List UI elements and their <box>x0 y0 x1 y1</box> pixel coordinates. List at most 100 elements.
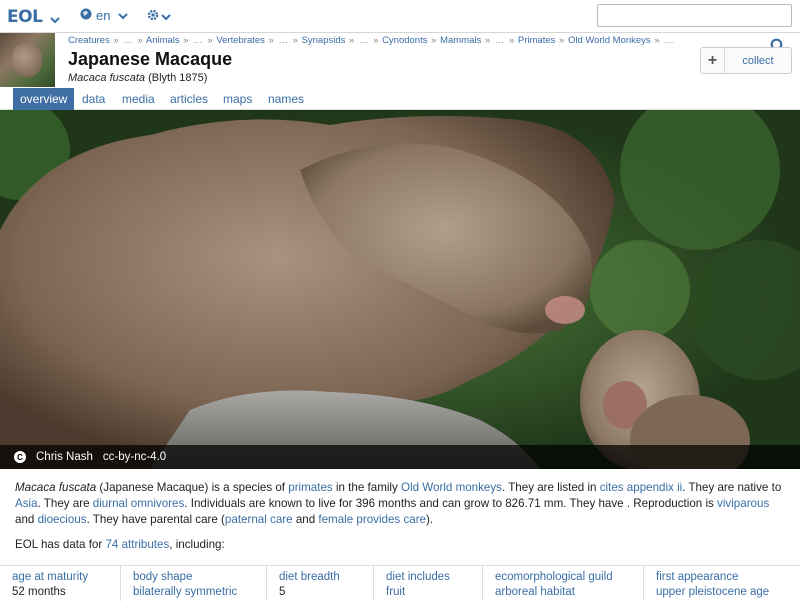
breadcrumb-separator: … <box>123 35 133 46</box>
link-asia[interactable]: Asia <box>15 497 38 510</box>
language-label: en <box>96 8 111 23</box>
attribute-cell: first appearance upper pleistocene age <box>643 566 800 601</box>
tab-media[interactable]: media <box>115 88 162 110</box>
link-old-world-monkeys[interactable]: Old World monkeys <box>401 481 502 494</box>
tab-bar: overview data media articles maps names <box>0 88 800 110</box>
attribute-cell: ecomorphological guild arboreal habitat <box>482 566 643 601</box>
breadcrumb-link[interactable]: Mammals <box>440 35 481 46</box>
scientific-name: Macaca fuscata (Blyth 1875) <box>68 72 207 84</box>
data-summary-prefix: EOL has data for <box>15 538 106 551</box>
breadcrumb-separator: » <box>292 35 298 46</box>
hero-image[interactable] <box>0 110 800 469</box>
page-title: Japanese Macaque <box>68 49 233 69</box>
breadcrumb-separator: » <box>431 35 437 46</box>
license-label: cc-by-nc-4.0 <box>102 451 167 463</box>
attribute-value[interactable]: fruit <box>386 586 482 598</box>
breadcrumb-link[interactable]: Animals <box>146 35 180 46</box>
breadcrumb-link[interactable]: Creatures <box>68 35 110 46</box>
breadcrumb-link[interactable]: Primates <box>518 35 555 46</box>
tab-names[interactable]: names <box>261 88 311 110</box>
summary-text: . They are <box>37 497 93 510</box>
macaque-photo <box>0 110 800 469</box>
breadcrumb-separator: » <box>183 35 189 46</box>
tab-overview[interactable]: overview <box>13 88 75 110</box>
breadcrumb-separator: » <box>349 35 355 46</box>
attribute-value: 52 months <box>12 586 66 598</box>
breadcrumb-separator: » <box>484 35 491 46</box>
breadcrumb-separator: » <box>137 35 143 46</box>
taxon-thumbnail[interactable] <box>0 33 55 87</box>
plus-icon: + <box>701 48 725 73</box>
breadcrumb-separator: » <box>268 35 274 46</box>
eol-logo[interactable]: EOL <box>7 7 43 27</box>
language-selector[interactable]: en <box>80 8 129 23</box>
data-summary-suffix: , including: <box>169 538 225 551</box>
breadcrumb-separator: » <box>373 35 379 46</box>
globe-icon <box>80 8 92 23</box>
breadcrumb-separator: … <box>358 35 369 46</box>
link-cites-appendix[interactable]: cites appendix ii <box>600 481 683 494</box>
summary-text: ). <box>426 513 434 526</box>
attribute-value[interactable]: upper pleistocene age <box>656 586 800 598</box>
attribute-name[interactable]: ecomorphological guild <box>495 571 643 583</box>
summary-text: (Japanese Macaque) is a species of <box>96 481 289 494</box>
breadcrumb-link[interactable]: Synapsids <box>302 35 346 46</box>
summary-sci-name: Macaca fuscata <box>15 481 97 494</box>
breadcrumb-separator: » <box>207 35 213 46</box>
breadcrumb-separator: » <box>508 35 515 46</box>
breadcrumb-separator: … <box>278 35 288 46</box>
breadcrumb: Creatures » … » Animals » … » Vertebrate… <box>68 35 675 46</box>
summary-text: . They are native to <box>682 481 782 494</box>
breadcrumb-link[interactable]: Vertebrates <box>216 35 265 46</box>
summary-text: and <box>292 513 319 526</box>
attribute-name[interactable]: first appearance <box>656 571 800 583</box>
tab-articles[interactable]: articles <box>163 88 215 110</box>
data-summary: EOL has data for 74 attributes, includin… <box>15 538 225 551</box>
attribute-name[interactable]: diet breadth <box>279 571 373 583</box>
attribute-value[interactable]: bilaterally symmetric <box>133 586 266 598</box>
tab-maps[interactable]: maps <box>216 88 259 110</box>
attribute-name[interactable]: age at maturity <box>12 571 120 583</box>
summary-text: . They have parental care ( <box>86 513 225 526</box>
species-summary: Macaca fuscata (Japanese Macaque) is a s… <box>15 480 790 528</box>
summary-text: and <box>15 513 38 526</box>
breadcrumb-separator: … <box>664 35 674 46</box>
top-bar: EOL en <box>0 0 800 33</box>
summary-text: . They are listed in <box>501 481 600 494</box>
tab-data[interactable]: data <box>75 88 112 110</box>
attribute-cell: diet includes fruit <box>373 566 482 601</box>
authority-text: (Blyth 1875) <box>148 72 208 84</box>
taxon-header: Creatures » … » Animals » … » Vertebrate… <box>0 33 800 88</box>
breadcrumb-separator: … <box>193 35 203 46</box>
attribute-value[interactable]: arboreal habitat <box>495 586 643 598</box>
copyright-icon: C <box>14 451 26 463</box>
link-dioecious[interactable]: dioecious <box>38 513 87 526</box>
summary-text: in the family <box>332 481 402 494</box>
chevron-down-icon <box>161 8 171 26</box>
attribute-cell: age at maturity 52 months <box>0 566 120 601</box>
breadcrumb-separator: » <box>654 35 660 46</box>
chevron-down-icon <box>118 8 129 23</box>
attribute-name[interactable]: diet includes <box>386 571 482 583</box>
settings-menu[interactable] <box>147 8 171 26</box>
summary-text: . Individuals are known to live for 396 … <box>184 497 718 510</box>
chevron-down-icon[interactable] <box>50 11 60 29</box>
attributes-table: age at maturity 52 months body shape bilate… <box>0 565 800 601</box>
link-primates[interactable]: primates <box>288 481 332 494</box>
attributes-count-link[interactable]: 74 attributes <box>105 538 169 551</box>
link-viviparous[interactable]: viviparous <box>717 497 769 510</box>
image-credit-bar: C Chris Nash cc-by-nc-4.0 <box>0 445 800 469</box>
breadcrumb-link[interactable]: Cynodonts <box>382 35 427 46</box>
link-diurnal-omnivores[interactable]: diurnal omnivores <box>93 497 185 510</box>
scientific-name-text: Macaca fuscata <box>68 72 146 84</box>
breadcrumb-link[interactable]: Old World Monkeys <box>568 35 651 46</box>
photographer-name: Chris Nash <box>36 451 93 463</box>
attribute-cell: body shape bilaterally symmetric <box>120 566 266 601</box>
collect-label: collect <box>742 54 774 67</box>
link-paternal-care[interactable]: paternal care <box>225 513 293 526</box>
collect-button[interactable]: + collect <box>700 47 792 74</box>
attribute-name[interactable]: body shape <box>133 571 266 583</box>
link-female-provides-care[interactable]: female provides care <box>318 513 426 526</box>
breadcrumb-separator: … <box>494 35 505 46</box>
site-search-input[interactable] <box>597 4 792 27</box>
